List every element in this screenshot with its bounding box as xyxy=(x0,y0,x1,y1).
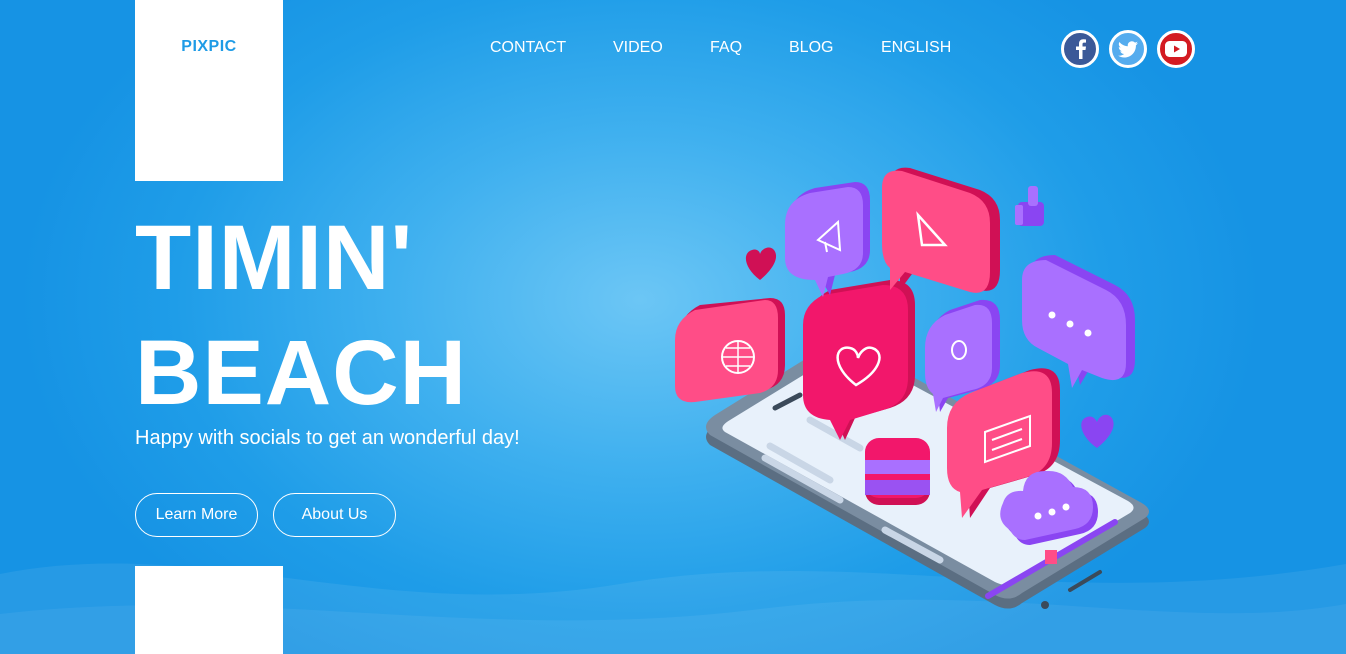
twitter-button[interactable] xyxy=(1109,30,1147,68)
heart-pink xyxy=(745,247,777,280)
hero-title-line1: TIMIN' xyxy=(135,207,414,309)
thumbs-up xyxy=(1015,186,1044,226)
hero-subtitle: Happy with socials to get an wonderful d… xyxy=(135,427,520,449)
about-us-button[interactable]: About Us xyxy=(273,493,396,537)
nav-faq[interactable]: FAQ xyxy=(710,39,742,57)
nav-blog[interactable]: BLOG xyxy=(789,39,833,57)
facebook-icon xyxy=(1076,39,1086,59)
stack-bubble xyxy=(865,438,930,505)
logo-block[interactable]: PIXPIC xyxy=(135,0,283,181)
nav-english[interactable]: ENGLISH xyxy=(881,39,951,57)
triangle-bubble xyxy=(882,167,1000,293)
decorative-block xyxy=(135,566,283,654)
twitter-icon xyxy=(1118,40,1138,57)
logo-text[interactable]: PIXPIC xyxy=(135,38,283,56)
social-media-illustration xyxy=(675,167,1149,609)
megaphone-bubble xyxy=(785,182,870,297)
hero-title-line2: BEACH xyxy=(135,322,468,424)
youtube-button[interactable] xyxy=(1157,30,1195,68)
heart-purple xyxy=(1081,414,1114,448)
facebook-button[interactable] xyxy=(1061,30,1099,68)
globe-bubble xyxy=(675,298,785,403)
learn-more-button[interactable]: Learn More xyxy=(135,493,258,537)
youtube-icon xyxy=(1165,41,1187,57)
nav-contact[interactable]: CONTACT xyxy=(490,39,566,57)
nav-video[interactable]: VIDEO xyxy=(613,39,663,57)
chat-bubble xyxy=(1022,255,1135,388)
